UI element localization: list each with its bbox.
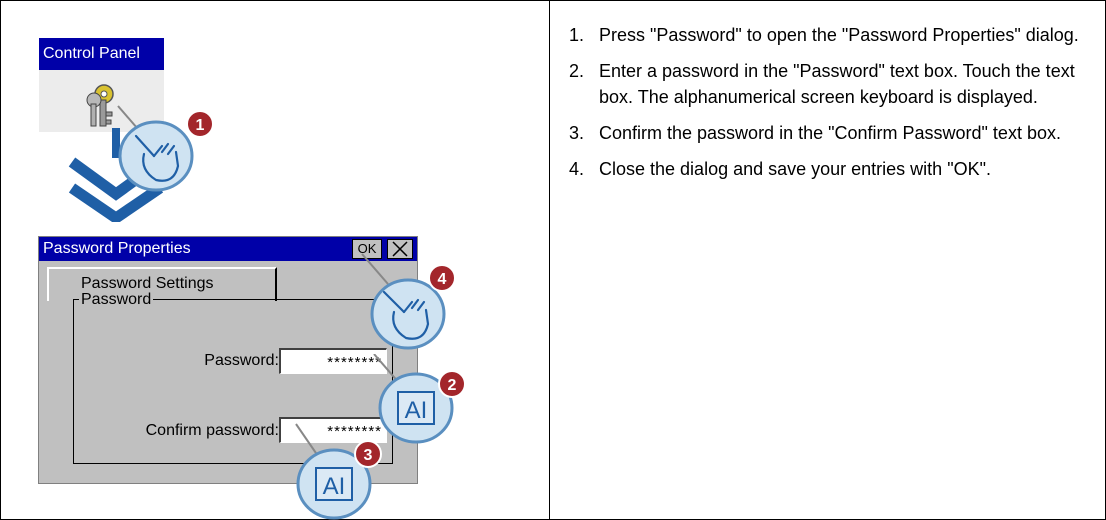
callout-3-number: 3	[364, 447, 373, 464]
column-divider	[549, 0, 550, 520]
step-item: 2. Enter a password in the "Password" te…	[569, 58, 1089, 110]
keyboard-ai-icon: AI	[405, 397, 428, 424]
callout-4-number: 4	[438, 271, 447, 288]
control-panel-title: Control Panel	[39, 38, 164, 70]
step-item: 4. Close the dialog and save your entrie…	[569, 156, 1089, 182]
password-label: Password:	[204, 352, 279, 369]
dialog-title: Password Properties	[43, 240, 191, 257]
step-number: 2.	[569, 61, 585, 81]
confirm-password-label: Confirm password:	[145, 422, 279, 439]
step-text: Enter a password in the "Password" text …	[599, 61, 1075, 107]
step-number: 3.	[569, 123, 585, 143]
callout-1: 1	[117, 105, 214, 192]
step-item: 1. Press "Password" to open the "Passwor…	[569, 22, 1089, 48]
step-text: Confirm the password in the "Confirm Pas…	[599, 123, 1061, 143]
step-number: 4.	[569, 159, 585, 179]
step-text: Press "Password" to open the "Password P…	[599, 25, 1079, 45]
callout-3: AI 3	[295, 423, 382, 520]
callout-1-number: 1	[196, 117, 205, 134]
step-text: Close the dialog and save your entries w…	[599, 159, 991, 179]
callout-2-number: 2	[448, 377, 457, 394]
step-item: 3. Confirm the password in the "Confirm …	[569, 120, 1089, 146]
group-label: Password	[79, 291, 154, 309]
instruction-steps: 1. Press "Password" to open the "Passwor…	[569, 22, 1089, 192]
callout-4: 4	[361, 253, 456, 350]
keyboard-ai-icon: AI	[323, 473, 346, 500]
step-number: 1.	[569, 25, 585, 45]
